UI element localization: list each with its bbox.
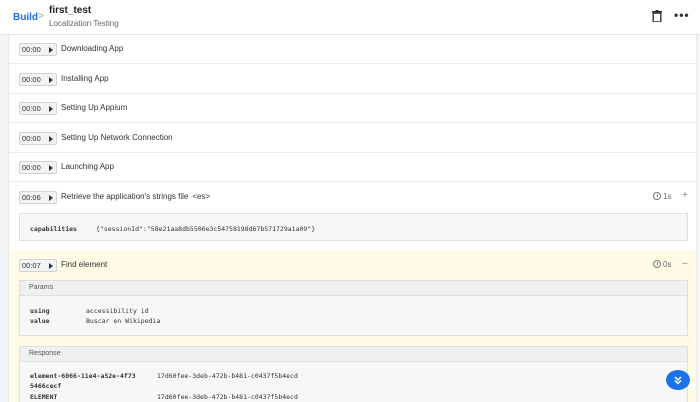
response-panel: Response element-6066-11e4-a52e-4f73 546… (19, 346, 688, 402)
step-label: Downloading App (61, 44, 124, 53)
play-icon (49, 136, 53, 142)
step-time-button[interactable]: 00:00 (19, 161, 57, 174)
step-row[interactable]: 00:00 Setting Up Network Connection (9, 124, 696, 153)
step-row[interactable]: 00:00 Downloading App (9, 35, 696, 64)
step-label: Find element (61, 260, 108, 269)
step-time-button[interactable]: 00:00 (19, 132, 57, 145)
param-key: using (30, 307, 50, 315)
find-element-details: Params using accessibility id value Busc… (9, 279, 696, 402)
collapse-icon[interactable]: – (682, 258, 688, 269)
step-label: Setting Up Network Connection (61, 133, 173, 142)
play-icon (49, 47, 53, 53)
top-header: Build > first_test Localization Testing … (0, 0, 700, 35)
clock-icon (653, 192, 661, 200)
session-log: 00:00 Downloading App 00:00 Installing A… (8, 35, 697, 402)
play-icon (49, 106, 53, 112)
step-label: Retrieve the application's strings file <… (61, 192, 211, 201)
response-key: ELEMENT (30, 393, 58, 401)
step-row[interactable]: 00:00 Setting Up Appium (9, 94, 696, 123)
trash-icon[interactable] (652, 10, 662, 22)
step-row[interactable]: 00:00 Installing App (9, 65, 696, 94)
response-key-continued: 5466cecf (30, 382, 62, 390)
response-key: element-6066-11e4-a52e-4f73 (30, 372, 136, 380)
step-time-button[interactable]: 00:06 (19, 191, 57, 204)
param-value: Buscar en Wikipedia (86, 317, 161, 325)
response-value: 17d60fee-3deb-472b-b481-c0437f5b4ecd (157, 393, 298, 401)
locale-tag: <es> (192, 192, 211, 201)
scroll-to-bottom-button[interactable] (666, 370, 690, 390)
breadcrumb-separator-icon: > (38, 11, 44, 22)
params-panel: Params using accessibility id value Busc… (19, 280, 688, 336)
step-label: Launching App (61, 162, 114, 171)
capabilities-value: {"sessionId":"58e21aa8db5506e3c54758198d… (96, 225, 316, 233)
param-key: value (30, 317, 50, 325)
more-options-icon[interactable]: ••• (674, 9, 689, 22)
param-value: accessibility id (86, 307, 149, 315)
step-time-button[interactable]: 00:00 (19, 43, 57, 56)
step-duration: 1s (653, 192, 671, 201)
clock-icon (653, 260, 661, 268)
step-duration: 0s (653, 260, 671, 269)
double-chevron-down-icon (674, 376, 682, 385)
play-icon (49, 195, 53, 201)
play-icon (49, 263, 53, 269)
step-time-button[interactable]: 00:00 (19, 102, 57, 115)
capabilities-key: capabilities (30, 225, 77, 233)
play-icon (49, 77, 53, 83)
step-label: Setting Up Appium (61, 103, 128, 112)
page-subtitle: Localization Testing (49, 19, 119, 28)
capabilities-panel: capabilities {"sessionId":"58e21aa8db550… (19, 213, 688, 241)
expand-icon[interactable]: + (682, 190, 688, 201)
page-title: first_test (49, 5, 92, 16)
step-row-strings[interactable]: 00:06 Retrieve the application's strings… (9, 183, 696, 212)
response-header: Response (20, 347, 687, 362)
params-header: Params (20, 281, 687, 296)
response-value: 17d60fee-3deb-472b-b481-c0437f5b4ecd (157, 372, 298, 380)
play-icon (49, 165, 53, 171)
step-row-find-element[interactable]: 00:07 Find element 0s – (9, 250, 696, 281)
step-time-button[interactable]: 00:07 (19, 259, 57, 272)
breadcrumb-build-link[interactable]: Build (13, 12, 38, 23)
step-label: Installing App (61, 74, 109, 83)
step-time-button[interactable]: 00:00 (19, 73, 57, 86)
step-row[interactable]: 00:00 Launching App (9, 153, 696, 182)
